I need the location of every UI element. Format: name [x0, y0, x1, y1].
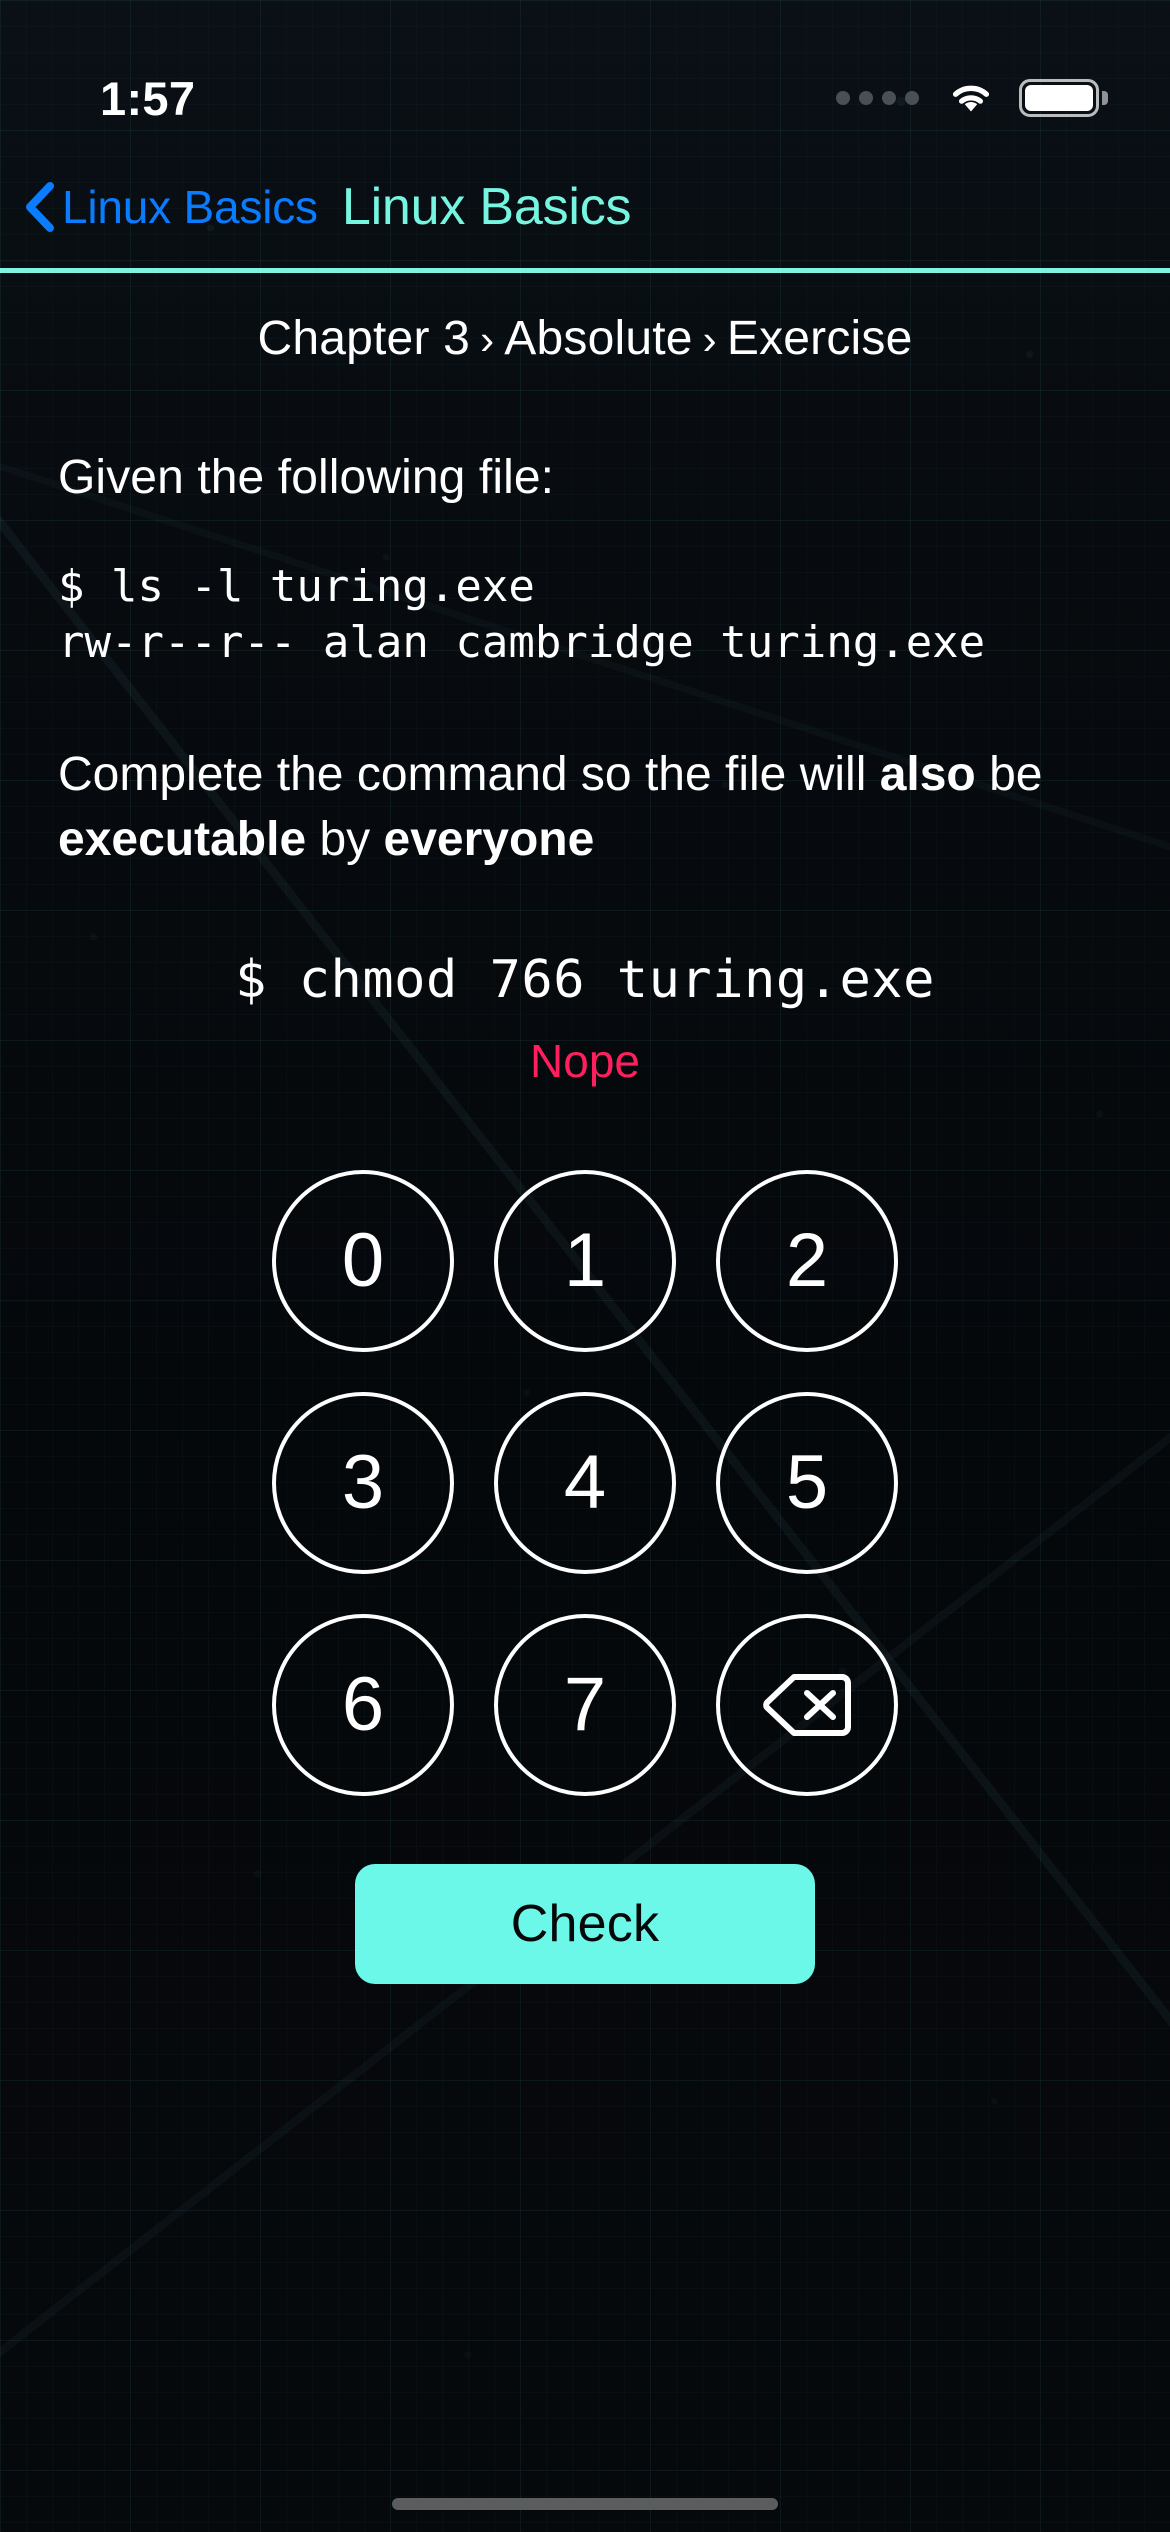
- wifi-icon: [952, 85, 990, 112]
- terminal-line: rw-r--r-- alan cambridge turing.exe: [58, 617, 986, 669]
- key-2[interactable]: 2: [716, 1170, 898, 1353]
- terminal-line: $ ls -l turing.exe: [58, 561, 535, 612]
- breadcrumb-separator: ›: [702, 316, 717, 363]
- key-backspace[interactable]: [716, 1614, 898, 1797]
- instruction-emphasis: also: [879, 747, 976, 801]
- key-5[interactable]: 5: [716, 1392, 898, 1575]
- answer-command-line: $ chmod 766 turing.exe: [235, 950, 935, 1011]
- breadcrumb-item[interactable]: Absolute: [504, 312, 692, 365]
- feedback-message: Nope: [530, 1035, 640, 1088]
- key-1[interactable]: 1: [494, 1170, 676, 1353]
- instruction-emphasis: executable: [58, 812, 307, 866]
- home-indicator[interactable]: [392, 2498, 778, 2510]
- instruction-text: by: [306, 812, 384, 866]
- back-button-label: Linux Basics: [62, 181, 318, 233]
- breadcrumb-item[interactable]: Exercise: [727, 312, 913, 365]
- exercise-instruction: Complete the command so the file will al…: [58, 742, 1112, 873]
- exercise-content: Chapter 3 › Absolute › Exercise Given the fo…: [0, 273, 1170, 2532]
- status-bar: 1:57: [0, 0, 1170, 152]
- breadcrumb: Chapter 3 › Absolute › Exercise: [0, 311, 1170, 366]
- backspace-icon: [763, 1674, 851, 1737]
- key-4[interactable]: 4: [494, 1392, 676, 1575]
- key-6[interactable]: 6: [272, 1614, 454, 1797]
- breadcrumb-separator: ›: [480, 316, 495, 363]
- nav-divider: [0, 268, 1170, 273]
- battery-full-icon: [1019, 79, 1108, 117]
- breadcrumb-item[interactable]: Chapter 3: [257, 312, 470, 365]
- key-7[interactable]: 7: [494, 1614, 676, 1797]
- instruction-text: be: [975, 747, 1043, 801]
- numeric-keypad: 012 345 67: [252, 1150, 918, 1816]
- status-bar-clock: 1:57: [100, 71, 196, 125]
- key-3[interactable]: 3: [272, 1392, 454, 1575]
- status-bar-icons: [836, 79, 1108, 117]
- back-button[interactable]: Linux Basics: [22, 182, 318, 232]
- key-0[interactable]: 0: [272, 1170, 454, 1353]
- terminal-output: $ ls -l turing.exe rw-r--r-- alan cambrid…: [58, 559, 1170, 672]
- chevron-left-icon: [26, 182, 54, 232]
- page-title: Linux Basics: [341, 178, 632, 236]
- navigation-bar: Linux Basics Linux Basics: [0, 152, 1170, 262]
- check-button[interactable]: Check: [355, 1864, 815, 1985]
- instruction-text: Complete the command so the file will: [58, 747, 880, 801]
- exercise-prompt: Given the following file:: [58, 451, 555, 504]
- instruction-emphasis: everyone: [383, 812, 595, 866]
- signal-dots-icon: [836, 91, 919, 105]
